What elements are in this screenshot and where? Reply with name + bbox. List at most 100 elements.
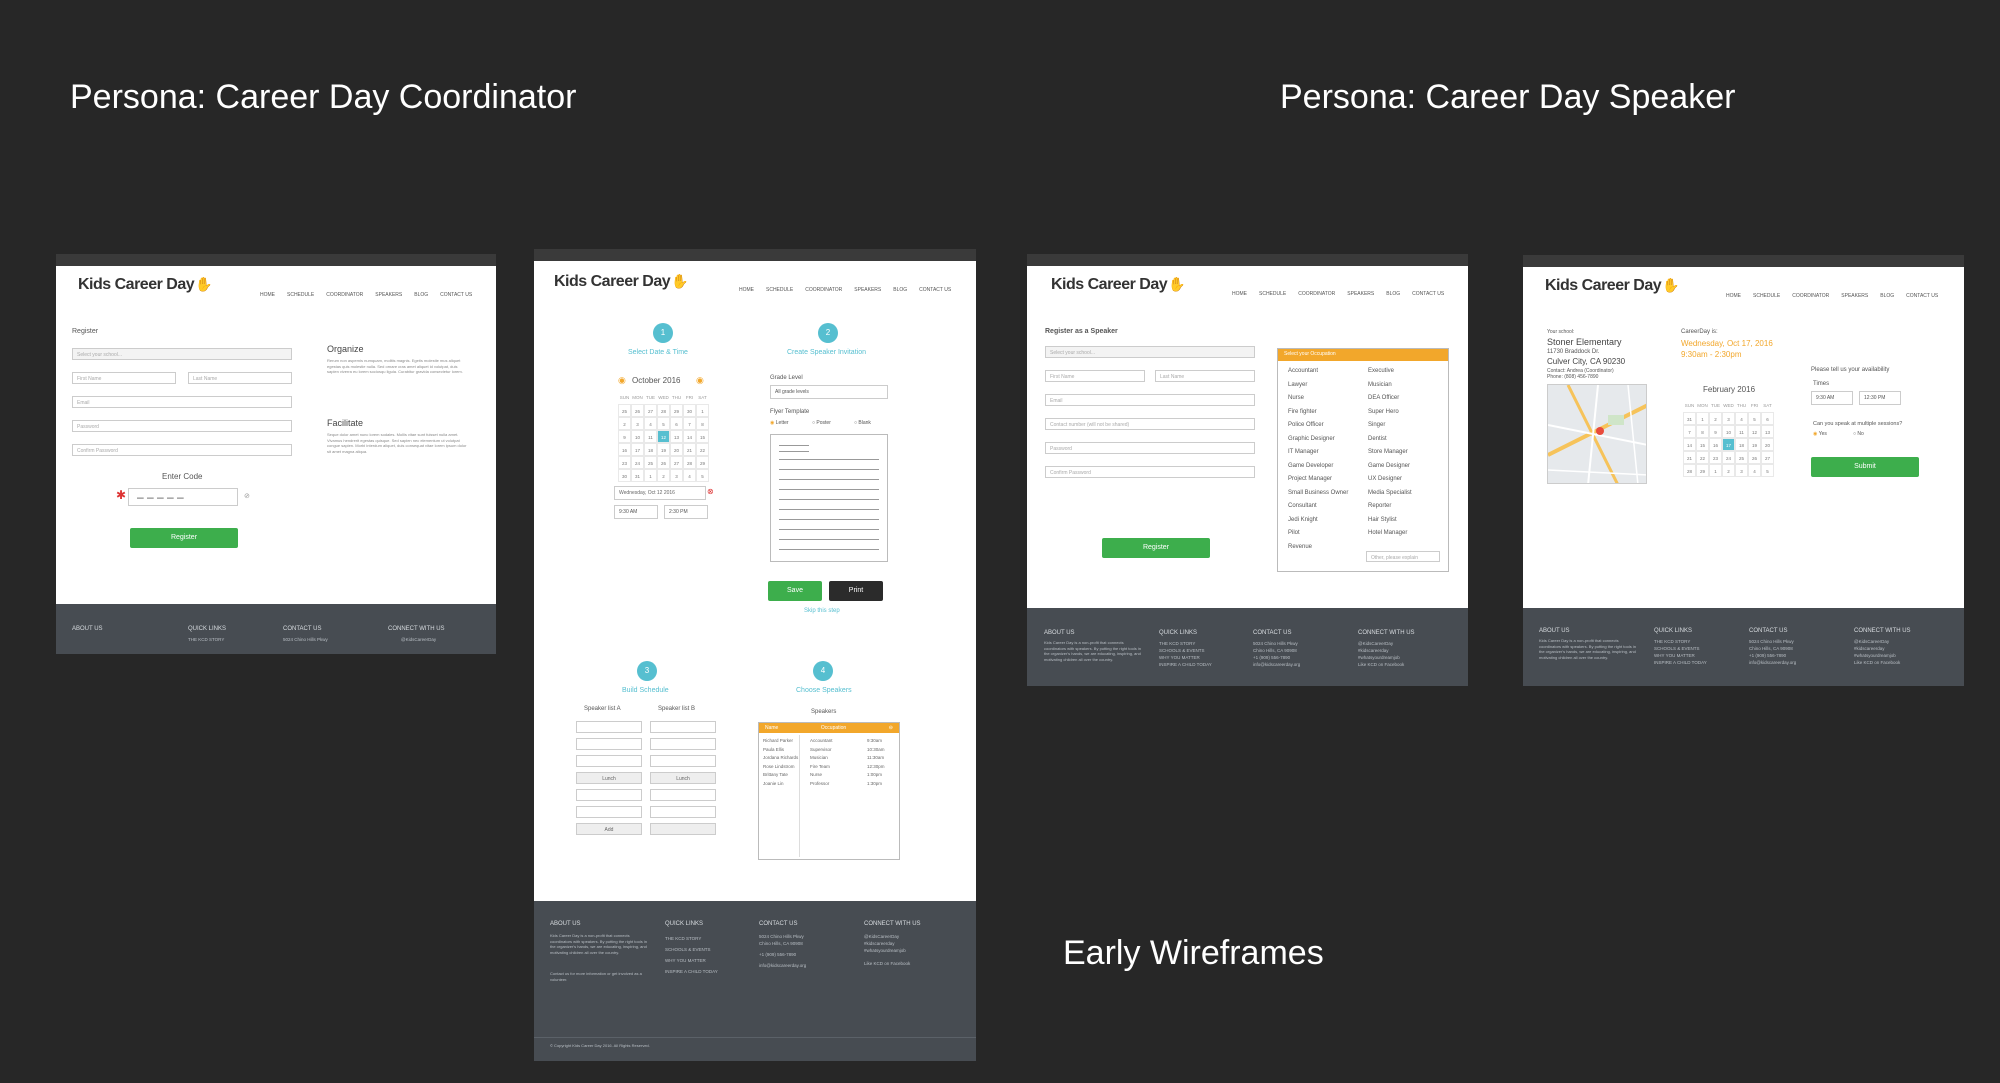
sessions-yes-option[interactable]: ◉ Yes <box>1813 431 1827 437</box>
selected-date-field[interactable]: Wednesday, Oct 12 2016 <box>614 486 706 500</box>
nav-home[interactable]: HOME <box>1232 291 1247 297</box>
footer-facebook[interactable]: Like KCD on Facebook <box>1854 659 1900 666</box>
speaker-row[interactable]: Jordana Richards Musician 11:30am <box>763 754 897 763</box>
occupation-option[interactable]: Jedi Knight <box>1288 514 1348 528</box>
october-date-cell[interactable]: 4 <box>683 469 696 482</box>
nav-schedule[interactable]: SCHEDULE <box>766 287 793 293</box>
occupation-option[interactable]: UX Designer <box>1368 473 1412 487</box>
end-time-field[interactable]: 2:30 PM <box>664 505 708 519</box>
nav-contact[interactable]: CONTACT US <box>440 292 472 298</box>
flyer-option-poster[interactable]: ○ Poster <box>812 420 831 426</box>
footer-facebook[interactable]: Like KCD on Facebook <box>1358 661 1404 668</box>
footer-email[interactable]: info@kidscareerday.org <box>1253 661 1300 668</box>
nav-home[interactable]: HOME <box>260 292 275 298</box>
october-date-cell[interactable]: 25 <box>644 456 657 469</box>
occupation-option[interactable]: Singer <box>1368 419 1412 433</box>
flyer-option-blank[interactable]: ○ Blank <box>854 420 871 426</box>
occupation-option[interactable]: Revenue <box>1288 541 1348 555</box>
october-date-cell[interactable]: 30 <box>618 469 631 482</box>
october-date-cell[interactable]: 31 <box>631 469 644 482</box>
footer-link-why[interactable]: WHY YOU MATTER <box>1654 652 1707 659</box>
footer-link-inspire[interactable]: INSPIRE A CHILD TODAY <box>665 966 718 977</box>
last-name-field[interactable]: Last Name <box>1155 370 1255 382</box>
footer-link-story[interactable]: THE KCD STORY <box>1159 640 1212 647</box>
february-date-cell[interactable]: 13 <box>1761 425 1774 438</box>
footer-facebook[interactable]: Like KCD on Facebook <box>864 960 910 967</box>
february-date-cell[interactable]: 28 <box>1683 464 1696 477</box>
occupation-option[interactable]: IT Manager <box>1288 446 1348 460</box>
october-date-cell[interactable]: 7 <box>683 417 696 430</box>
february-date-cell[interactable]: 1 <box>1696 412 1709 425</box>
february-date-cell[interactable]: 24 <box>1722 451 1735 464</box>
contact-number-field[interactable]: Contact number (will not be shared) <box>1045 418 1255 430</box>
footer-link-story[interactable]: THE KCD STORY <box>1654 638 1707 645</box>
first-name-field[interactable]: First Name <box>1045 370 1145 382</box>
footer-twitter-3[interactable]: #whatsyourdreamjob <box>864 947 910 954</box>
february-date-cell[interactable]: 12 <box>1748 425 1761 438</box>
footer-link-why[interactable]: WHY YOU MATTER <box>665 955 718 966</box>
february-date-cell[interactable]: 4 <box>1748 464 1761 477</box>
october-date-cell[interactable]: 29 <box>696 456 709 469</box>
february-date-cell[interactable]: 6 <box>1761 412 1774 425</box>
table-settings-icon[interactable]: ⊖ <box>889 725 893 731</box>
february-date-cell[interactable]: 29 <box>1696 464 1709 477</box>
october-date-cell[interactable]: 4 <box>644 417 657 430</box>
october-date-cell[interactable]: 28 <box>657 404 670 417</box>
footer-link-schools[interactable]: SCHOOLS & EVENTS <box>1654 645 1707 652</box>
speaker-row[interactable]: Brittany Tate Nurse 1:00pm <box>763 771 897 780</box>
footer-email[interactable]: info@kidscareerday.org <box>1749 659 1796 666</box>
logo[interactable]: Kids Career Day✋ <box>554 273 689 291</box>
help-icon[interactable]: ⊘ <box>244 492 250 500</box>
october-date-cell[interactable]: 24 <box>631 456 644 469</box>
occupation-option[interactable]: Media Specialist <box>1368 487 1412 501</box>
footer-twitter-1[interactable]: @KidsCareerDay <box>864 933 910 940</box>
footer-twitter-1[interactable]: @KidsCareerDay <box>1854 638 1900 645</box>
february-date-cell[interactable]: 22 <box>1696 451 1709 464</box>
october-date-cell[interactable]: 5 <box>657 417 670 430</box>
start-time-field[interactable]: 9:30 AM <box>1811 391 1853 405</box>
flyer-option-letter[interactable]: ◉ Letter <box>770 420 789 426</box>
nav-blog[interactable]: BLOG <box>1386 291 1400 297</box>
occupation-option[interactable]: Dentist <box>1368 433 1412 447</box>
occupation-option[interactable]: Musician <box>1368 379 1412 393</box>
nav-blog[interactable]: BLOG <box>414 292 428 298</box>
nav-speakers[interactable]: SPEAKERS <box>854 287 881 293</box>
february-date-cell[interactable]: 5 <box>1761 464 1774 477</box>
occupation-option[interactable]: Hair Stylist <box>1368 514 1412 528</box>
speaker-row[interactable]: Joanie Lin Professor 1:30pm <box>763 780 897 789</box>
nav-blog[interactable]: BLOG <box>1880 293 1894 299</box>
february-date-cell[interactable]: 5 <box>1748 412 1761 425</box>
october-date-cell[interactable]: 6 <box>670 417 683 430</box>
february-date-cell[interactable]: 7 <box>1683 425 1696 438</box>
slot-a-1[interactable] <box>576 721 642 733</box>
october-date-cell[interactable]: 26 <box>631 404 644 417</box>
add-slot-b[interactable] <box>650 823 716 835</box>
footer-twitter-3[interactable]: #whatsyourdreamjob <box>1358 654 1404 661</box>
occupation-option[interactable]: Police Officer <box>1288 419 1348 433</box>
occupation-option[interactable]: Game Developer <box>1288 460 1348 474</box>
other-occupation-field[interactable]: Other, please explain <box>1366 551 1440 562</box>
nav-coordinator[interactable]: COORDINATOR <box>1298 291 1335 297</box>
october-date-cell[interactable]: 15 <box>696 430 709 443</box>
school-select[interactable]: Select your school... <box>72 348 292 360</box>
footer-link-story[interactable]: THE KCD STORY <box>665 933 718 944</box>
nav-home[interactable]: HOME <box>1726 293 1741 299</box>
footer-twitter[interactable]: @KidsCareerDay <box>401 636 436 643</box>
october-date-cell[interactable]: 8 <box>696 417 709 430</box>
footer-twitter-1[interactable]: @KidsCareerDay <box>1358 640 1404 647</box>
february-date-cell[interactable]: 4 <box>1735 412 1748 425</box>
october-date-cell[interactable]: 5 <box>696 469 709 482</box>
february-date-cell[interactable]: 20 <box>1761 438 1774 451</box>
slot-b-1[interactable] <box>650 721 716 733</box>
slot-a-4[interactable] <box>576 789 642 801</box>
february-date-cell[interactable]: 3 <box>1735 464 1748 477</box>
footer-twitter-2[interactable]: #kidscareerday <box>1854 645 1900 652</box>
occupation-option[interactable]: Fire fighter <box>1288 406 1348 420</box>
occupation-option[interactable]: Game Designer <box>1368 460 1412 474</box>
slot-b-5[interactable] <box>650 806 716 818</box>
last-name-field[interactable]: Last Name <box>188 372 292 384</box>
footer-link-why[interactable]: WHY YOU MATTER <box>1159 654 1212 661</box>
february-date-cell[interactable]: 2 <box>1709 412 1722 425</box>
october-date-cell[interactable]: 26 <box>657 456 670 469</box>
occupation-option[interactable]: DEA Officer <box>1368 392 1412 406</box>
